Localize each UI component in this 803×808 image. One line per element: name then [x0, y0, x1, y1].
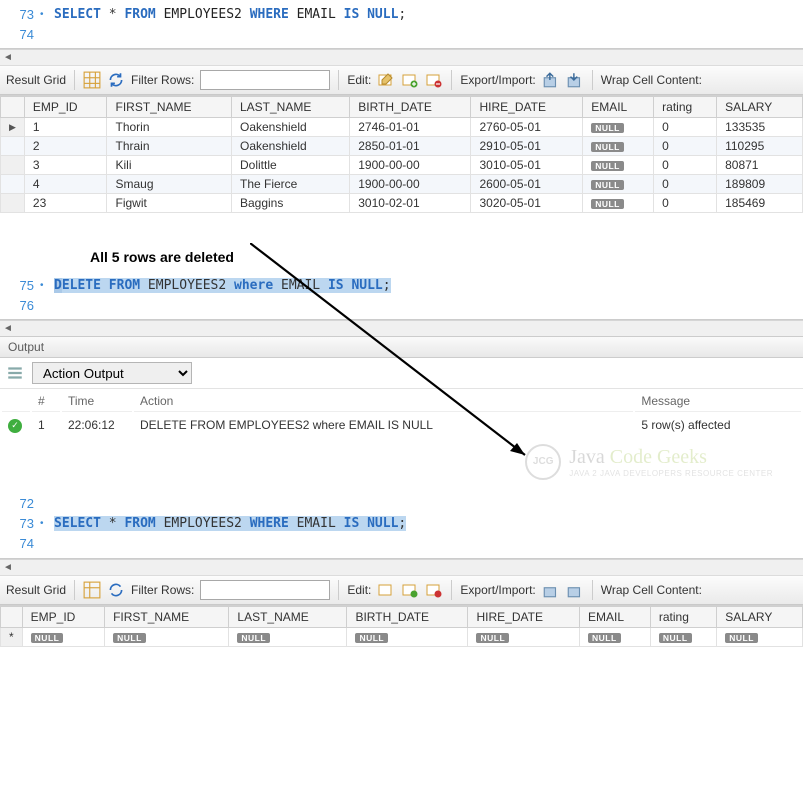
edit-label: Edit: [347, 73, 371, 87]
delete-row-icon[interactable] [425, 581, 443, 599]
col-header[interactable]: EMP_ID [24, 97, 107, 118]
col-header[interactable]: SALARY [717, 97, 803, 118]
result-grid-label: Result Grid [6, 73, 66, 87]
sql-editor-1[interactable]: 73 • SELECT * FROM EMPLOYEES2 WHERE EMAI… [0, 0, 803, 49]
line-number: 76 [0, 298, 40, 313]
table-row[interactable]: 1ThorinOakenshield2746-01-012760-05-01NU… [1, 118, 803, 137]
refresh-icon[interactable] [107, 71, 125, 89]
status-ok-icon: ✓ [8, 419, 22, 433]
delete-row-icon[interactable] [425, 71, 443, 89]
edit-row-icon[interactable] [377, 581, 395, 599]
breakpoint-bullet[interactable]: • [40, 280, 54, 291]
wrap-cell-label: Wrap Cell Content: [601, 73, 702, 87]
refresh-icon[interactable] [107, 581, 125, 599]
col-header[interactable]: BIRTH_DATE [350, 97, 471, 118]
result-grid-2: EMP_ID FIRST_NAME LAST_NAME BIRTH_DATE H… [0, 605, 803, 647]
code-line[interactable]: SELECT * FROM EMPLOYEES2 WHERE EMAIL IS … [54, 516, 406, 531]
horizontal-scrollbar[interactable]: ◄ [0, 559, 803, 575]
scroll-left-icon[interactable]: ◄ [0, 321, 16, 337]
scroll-left-icon[interactable]: ◄ [0, 559, 16, 575]
table-row[interactable]: 2ThrainOakenshield2850-01-012910-05-01NU… [1, 137, 803, 156]
table-row[interactable]: 3KiliDolittle1900-00-003010-05-01NULL080… [1, 156, 803, 175]
export-import-label: Export/Import: [460, 73, 535, 87]
filter-rows-label: Filter Rows: [131, 73, 194, 87]
line-number: 74 [0, 536, 40, 551]
scroll-left-icon[interactable]: ◄ [0, 50, 16, 66]
add-row-icon[interactable] [401, 71, 419, 89]
result-grid-1: EMP_ID FIRST_NAME LAST_NAME BIRTH_DATE H… [0, 95, 803, 213]
watermark: JCG Java Code Geeks JAVA 2 JAVA DEVELOPE… [0, 438, 803, 490]
col-header[interactable]: HIRE_DATE [471, 97, 583, 118]
breakpoint-bullet[interactable]: • [40, 518, 54, 529]
line-number: 73 [0, 7, 40, 22]
export-icon[interactable] [542, 71, 560, 89]
line-number: 75 [0, 278, 40, 293]
col-header[interactable]: rating [654, 97, 717, 118]
import-icon[interactable] [566, 71, 584, 89]
result-toolbar-2: Result Grid Filter Rows: Edit: Export/Im… [0, 575, 803, 605]
filter-rows-input[interactable] [200, 70, 330, 90]
output-list-icon[interactable] [6, 364, 24, 382]
filter-rows-input[interactable] [200, 580, 330, 600]
col-header[interactable]: EMAIL [583, 97, 654, 118]
code-line[interactable]: SELECT * FROM EMPLOYEES2 WHERE EMAIL IS … [54, 7, 406, 22]
table-row[interactable]: 4SmaugThe Fierce1900-00-002600-05-01NULL… [1, 175, 803, 194]
output-type-select[interactable]: Action Output [32, 362, 192, 384]
col-header[interactable]: FIRST_NAME [107, 97, 232, 118]
breakpoint-bullet[interactable]: • [40, 9, 54, 20]
add-row-icon[interactable] [401, 581, 419, 599]
table-row[interactable]: 23FigwitBaggins3010-02-013020-05-01NULL0… [1, 194, 803, 213]
result-toolbar: Result Grid Filter Rows: Edit: Export/Im… [0, 65, 803, 95]
grid-icon[interactable] [83, 581, 101, 599]
line-number: 73 [0, 516, 40, 531]
line-number: 72 [0, 496, 40, 511]
horizontal-scrollbar[interactable]: ◄ [0, 49, 803, 65]
col-header[interactable]: LAST_NAME [231, 97, 349, 118]
export-icon[interactable] [542, 581, 560, 599]
line-number: 74 [0, 27, 40, 42]
sql-editor-3[interactable]: 72 73 • SELECT * FROM EMPLOYEES2 WHERE E… [0, 490, 803, 559]
grid-icon[interactable] [83, 71, 101, 89]
edit-row-icon[interactable] [377, 71, 395, 89]
table-row[interactable]: * NULL NULL NULL NULL NULL NULL NULL NUL… [1, 627, 803, 646]
import-icon[interactable] [566, 581, 584, 599]
